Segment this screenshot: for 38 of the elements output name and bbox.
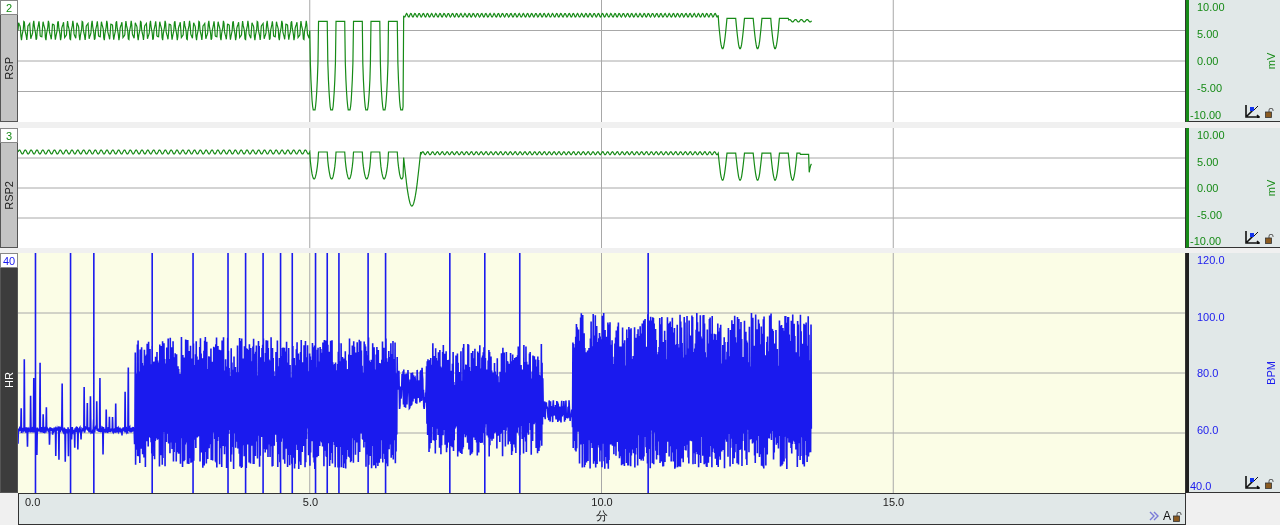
axis-tick-label: 0.0	[25, 496, 41, 508]
axis-tick-label: 40.0	[1190, 480, 1213, 492]
channel-number: 2	[0, 0, 18, 15]
axis-tick-label: 5.0	[302, 496, 319, 508]
channel-label-tab[interactable]: RSP	[0, 15, 18, 122]
axis-tick-label: 15.0	[882, 496, 905, 508]
axis-tick-label: 5.00	[1196, 28, 1220, 40]
axis-tick-label: -5.00	[1196, 208, 1224, 221]
padlock-icon[interactable]	[1265, 108, 1274, 118]
axis-tick-label: 120.0	[1196, 254, 1226, 266]
axes-scale-icon[interactable]	[1244, 475, 1260, 489]
unit-label: mV	[1265, 179, 1277, 196]
double-chevron-icon[interactable]	[1149, 511, 1161, 521]
axis-tick-label: 0.00	[1196, 55, 1220, 67]
axis-tick-label: 10.00	[1196, 1, 1226, 13]
axis-tick-label: -10.00	[1190, 109, 1223, 121]
axis-tick-label: -10.00	[1190, 235, 1223, 247]
axes-scale-icon[interactable]	[1244, 104, 1260, 118]
axes-scale-icon[interactable]	[1244, 230, 1260, 244]
unit-label: 分	[596, 508, 608, 525]
axis-tick-label: 80.0	[1196, 367, 1220, 379]
axis-tick-label: 60.0	[1196, 423, 1220, 436]
channel-number: 40	[0, 253, 18, 268]
axis-tick-label: -5.00	[1196, 82, 1224, 94]
padlock-icon[interactable]	[1265, 234, 1274, 244]
channel-label-tab[interactable]: HR	[0, 268, 18, 493]
autoscale-mode-button[interactable]: A	[1163, 510, 1171, 522]
axis-tick-label: 10.0	[591, 496, 613, 508]
axis-tick-label: 10.00	[1196, 129, 1226, 141]
padlock-icon[interactable]	[1173, 512, 1182, 522]
axis-tick-label: 100.0	[1196, 310, 1226, 323]
axis-tick-label: 5.00	[1196, 155, 1220, 168]
channel-label-tab[interactable]: RSP2	[0, 143, 18, 248]
padlock-icon[interactable]	[1265, 479, 1274, 489]
unit-label: mV	[1265, 52, 1277, 69]
channel-number: 3	[0, 128, 18, 143]
unit-label: BPM	[1265, 360, 1277, 385]
axis-tick-label: 0.00	[1196, 182, 1220, 194]
